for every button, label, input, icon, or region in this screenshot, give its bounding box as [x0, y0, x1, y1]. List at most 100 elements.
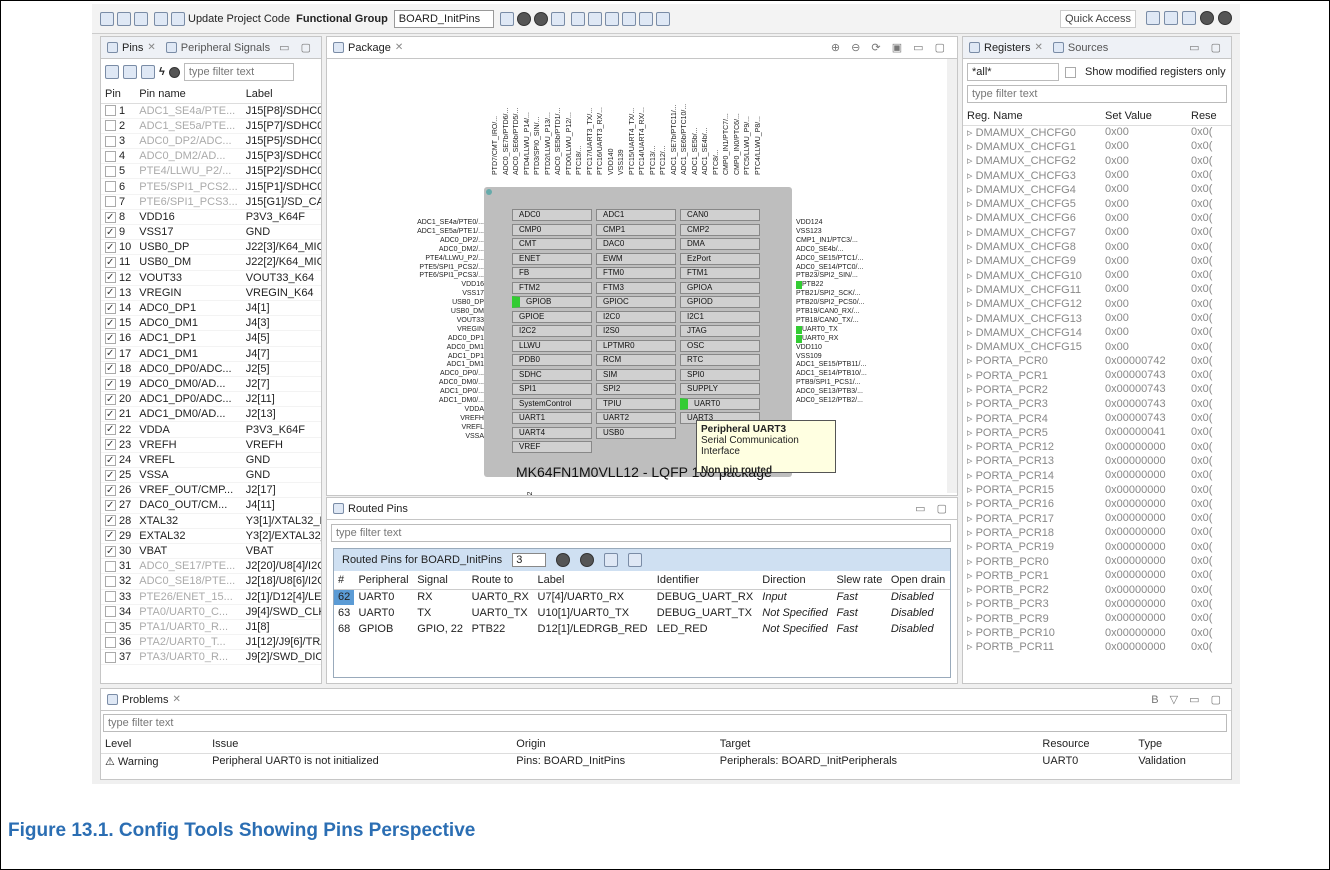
- top-pin-signal[interactable]: ADC0_SE5b/PTD1/...: [555, 89, 562, 175]
- table-row[interactable]: ▹ DMAMUX_CHCFG2 0x00 0x0(: [963, 154, 1231, 168]
- peripherals-perspective-icon[interactable]: [1218, 11, 1232, 25]
- table-row[interactable]: 5 PTE4/LLWU_P2/... J15[P2]/SDHC0: [101, 163, 321, 180]
- top-pin-signal[interactable]: PTC17/UART3_TX/...: [587, 89, 594, 175]
- routed-cell[interactable]: DEBUG_UART_TX: [653, 605, 758, 621]
- left-pin-signal[interactable]: VDDA: [369, 406, 484, 414]
- problems-filter-input[interactable]: type filter text: [103, 714, 1227, 732]
- top-pin-signal[interactable]: ADC1_SE6b/PTC10/...: [681, 89, 688, 175]
- bottom-pin-signal[interactable]: TE24/...: [547, 481, 554, 495]
- bottom-pin-signal[interactable]: OUT/...: [508, 481, 515, 495]
- table-row[interactable]: ▹ PORTB_PCR9 0x00000000 0x0(: [963, 611, 1231, 625]
- peripheral-block-usb0[interactable]: USB0: [596, 426, 676, 439]
- problems-col-header[interactable]: Target: [716, 735, 1039, 753]
- regs-col-value[interactable]: Set Value: [1101, 107, 1187, 126]
- pin-checkbox[interactable]: ✓: [105, 408, 116, 420]
- table-row[interactable]: ▹ DMAMUX_CHCFG15 0x00 0x0(: [963, 339, 1231, 354]
- routed-col-header[interactable]: Peripheral: [354, 571, 414, 590]
- clear-icon[interactable]: [168, 66, 180, 78]
- pin-checkbox[interactable]: ✓: [105, 545, 116, 557]
- table-row[interactable]: 2 ADC1_SE5a/PTE... J15[P7]/SDHC0: [101, 118, 321, 134]
- pin-checkbox[interactable]: ✓: [105, 515, 116, 527]
- problems-col-header[interactable]: Origin: [512, 735, 715, 753]
- pin-checkbox[interactable]: [105, 120, 116, 132]
- minimize-maximize-icon[interactable]: ▭ ▢: [1189, 41, 1225, 54]
- peripheral-block-cmp1[interactable]: CMP1: [596, 223, 676, 236]
- routed-filter-input[interactable]: type filter text: [331, 524, 951, 542]
- table-row[interactable]: ▹ PORTA_PCR13 0x00000000 0x0(: [963, 454, 1231, 468]
- table-row[interactable]: ✓ 27 DAC0_OUT/CM... J4[11]: [101, 497, 321, 514]
- properties-icon[interactable]: [550, 11, 565, 26]
- pin-checkbox[interactable]: ✓: [105, 348, 116, 360]
- table-row[interactable]: ✓ 16 ADC1_DP1 J4[5]: [101, 330, 321, 347]
- routed-cell[interactable]: UART0: [354, 589, 413, 605]
- routed-cell[interactable]: GPIO, 22: [413, 621, 467, 637]
- right-pin-signal[interactable]: ADC1_SE14/PTB10/...: [796, 370, 867, 378]
- right-pin-signal[interactable]: VSS123: [796, 228, 822, 236]
- table-row[interactable]: ▹ DMAMUX_CHCFG9 0x00 0x0(: [963, 254, 1231, 268]
- pin-checkbox[interactable]: ✓: [105, 272, 116, 284]
- left-pin-signal[interactable]: ADC1_SE5a/PTE1/...: [369, 228, 484, 236]
- table-row[interactable]: ▹ PORTB_PCR11 0x00000000 0x0(: [963, 640, 1231, 654]
- pin-checkbox[interactable]: [105, 651, 116, 663]
- routed-cell[interactable]: Disabled: [887, 621, 950, 637]
- routed-count[interactable]: 3: [512, 553, 547, 567]
- peripheral-block-rtc[interactable]: RTC: [680, 354, 760, 366]
- peripheral-block-jtag[interactable]: JTAG: [680, 325, 760, 337]
- peripheral-block-adc0[interactable]: ADC0: [512, 209, 592, 221]
- right-pin-signal[interactable]: ADC0_SE15/PTC1/...: [796, 255, 863, 263]
- pin-checkbox[interactable]: ✓: [105, 393, 116, 405]
- bottom-pin-signal[interactable]: SCK/...: [723, 481, 730, 495]
- peripheral-block-gpioe[interactable]: GPIOE: [512, 310, 592, 323]
- peripheral-block-pdb0[interactable]: PDB0: [512, 354, 592, 366]
- peripheral-block-ewm[interactable]: EWM: [596, 252, 676, 265]
- routed-cell[interactable]: U7[4]/UART0_RX: [534, 589, 653, 605]
- package-scrollbar[interactable]: [947, 59, 957, 493]
- table-row[interactable]: ▹ DMAMUX_CHCFG13 0x00 0x0(: [963, 311, 1231, 325]
- peripherals-tool-icon[interactable]: [604, 11, 619, 26]
- table-row[interactable]: ▹ PORTB_PCR2 0x00000000 0x0(: [963, 583, 1231, 597]
- routed-cell[interactable]: Input: [758, 589, 832, 605]
- right-pin-signal[interactable]: PTB19/CAN0_RX/...: [796, 308, 859, 316]
- top-pin-signal[interactable]: PTC15/UART4_TX/...: [629, 89, 636, 175]
- top-pin-signal[interactable]: ADC0_SE7b/PTD6/...: [503, 89, 510, 175]
- routed-cell[interactable]: TX: [413, 605, 467, 621]
- update-code-icon[interactable]: [171, 11, 185, 26]
- left-pin-signal[interactable]: ADC1_DP0/...: [369, 388, 484, 396]
- delete-row-icon[interactable]: [580, 553, 595, 567]
- pin-checkbox[interactable]: [105, 576, 116, 587]
- right-pin-signal[interactable]: PTB22: [796, 281, 823, 290]
- right-pin-signal[interactable]: PTB9/SPI1_PCS1/...: [796, 379, 861, 387]
- table-row[interactable]: ▹ PORTA_PCR4 0x00000743 0x0(: [963, 411, 1231, 425]
- register-scope-select[interactable]: *all*: [967, 63, 1059, 81]
- peripheral-block-cmp0[interactable]: CMP0: [512, 223, 592, 236]
- right-pin-signal[interactable]: VDD124: [796, 219, 822, 227]
- routed-cell[interactable]: U10[1]/UART0_TX: [534, 605, 653, 621]
- bottom-pin-signal[interactable]: TA18/...: [772, 481, 779, 495]
- bottom-pin-signal[interactable]: EXTAL32: [527, 481, 534, 495]
- table-row[interactable]: ✓ 21 ADC1_DM0/AD... J2[13]: [101, 406, 321, 423]
- problems-col-header[interactable]: Issue: [208, 735, 512, 753]
- peripheral-block-lptmr0[interactable]: LPTMR0: [596, 339, 676, 352]
- routed-cell[interactable]: Fast: [832, 589, 886, 605]
- right-pin-signal[interactable]: UART0_TX: [796, 325, 838, 334]
- left-pin-signal[interactable]: VREFL: [369, 424, 484, 432]
- table-row[interactable]: ▹ DMAMUX_CHCFG14 0x00 0x0(: [963, 325, 1231, 339]
- routed-col-header[interactable]: Label: [533, 571, 653, 590]
- tab-package[interactable]: Package ✕: [333, 42, 403, 54]
- routed-cell[interactable]: Disabled: [887, 605, 950, 621]
- top-pin-signal[interactable]: PTC4/LLWU_P8/...: [755, 89, 762, 175]
- table-row[interactable]: ▹ PORTA_PCR15 0x00000000 0x0(: [963, 482, 1231, 497]
- table-row[interactable]: 4 ADC0_DM2/AD... J15[P3]/SDHC0: [101, 148, 321, 165]
- zoom-controls[interactable]: ⊕ ⊖ ⟳ ▣ ▭ ▢: [831, 41, 949, 54]
- peripheral-block-sim[interactable]: SIM: [596, 368, 676, 381]
- table-row[interactable]: ▹ PORTA_PCR3 0x00000743 0x0(: [963, 397, 1231, 411]
- right-pin-signal[interactable]: PTB23/SPI2_SIN/...: [796, 272, 858, 280]
- table-row[interactable]: ▹ PORTA_PCR2 0x00000743 0x0(: [963, 382, 1231, 396]
- top-pin-signal[interactable]: PTD3/SPI0_SIN/...: [534, 89, 541, 175]
- routed-col-header[interactable]: Identifier: [652, 571, 759, 590]
- routed-cell[interactable]: RX: [413, 589, 467, 605]
- table-row[interactable]: ▹ DMAMUX_CHCFG12 0x00 0x0(: [963, 297, 1231, 311]
- table-row[interactable]: 63 UART0 TX UART0_TX U10[1]/UART0_TX DEBUG_UA…: [334, 605, 950, 621]
- right-pin-signal[interactable]: UART0_RX: [796, 334, 838, 343]
- bottom-pin-signal[interactable]: VDD63: [674, 481, 681, 495]
